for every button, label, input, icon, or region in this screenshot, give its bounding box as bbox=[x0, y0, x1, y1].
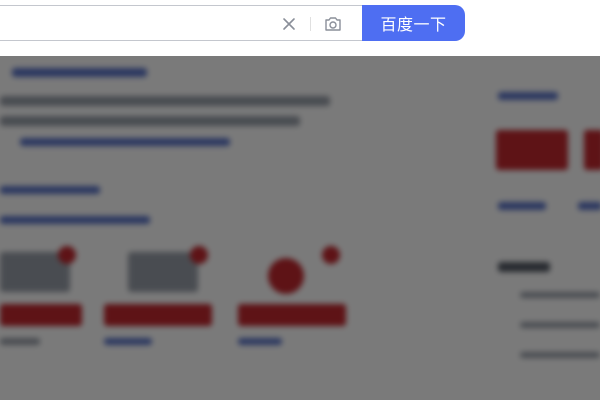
search-header: 百度一下 bbox=[0, 0, 600, 56]
search-divider bbox=[310, 17, 311, 31]
close-icon[interactable] bbox=[280, 15, 298, 33]
search-results-area bbox=[0, 56, 600, 400]
search-button[interactable]: 百度一下 bbox=[362, 5, 465, 41]
modal-overlay[interactable] bbox=[0, 56, 600, 400]
search-input[interactable] bbox=[0, 6, 287, 40]
search-box bbox=[0, 5, 362, 41]
camera-icon[interactable] bbox=[323, 14, 343, 34]
